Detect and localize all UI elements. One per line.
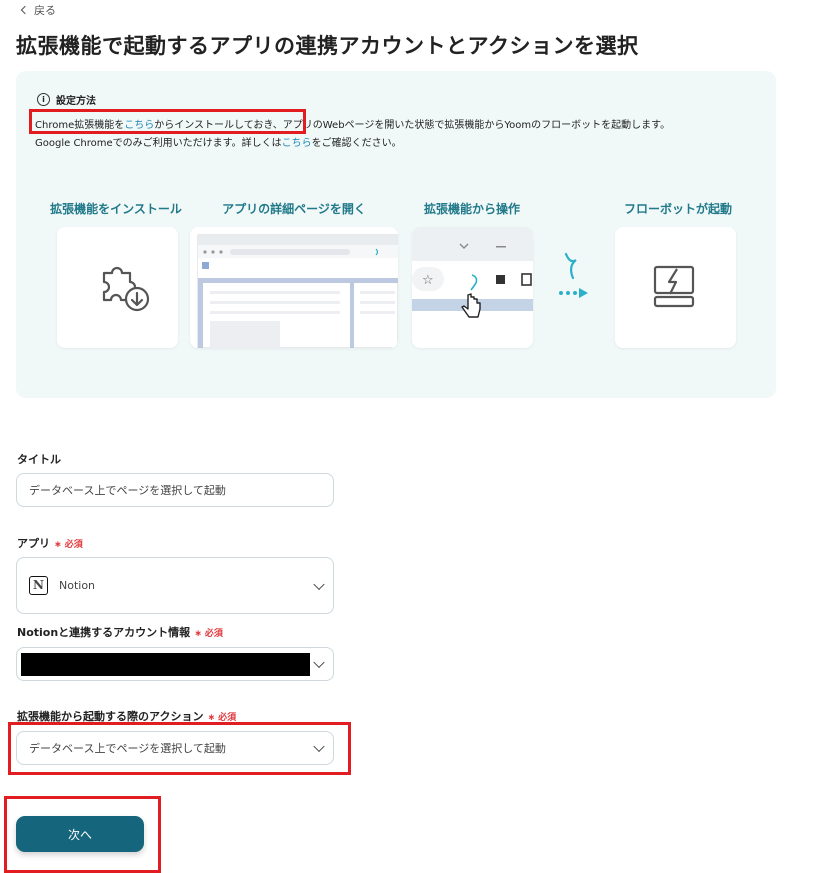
account-select[interactable] <box>16 647 334 681</box>
back-label: 戻る <box>34 4 56 17</box>
info-icon: i <box>37 93 50 106</box>
setup-heading-text: 設定方法 <box>56 96 96 107</box>
step-label: フローボットが起動 <box>623 202 732 216</box>
required-text: 必須 <box>64 540 83 550</box>
chevron-down-icon <box>313 578 325 590</box>
required-badge: ∗ 必須 <box>54 540 83 550</box>
title-field-label: タイトル <box>17 453 61 466</box>
instruction-text: Google Chromeでのみご利用いただけます。詳しくは <box>35 138 282 149</box>
flowbot-icon <box>653 265 695 308</box>
svg-text:☆: ☆ <box>422 273 434 288</box>
instruction-text: アプリのWebページを開いた状態で拡張機能からYoomのフローボットを起動します… <box>282 120 671 131</box>
account-field-label: Notionと連携するアカウント情報 ∗ 必須 <box>17 624 223 640</box>
highlight-box <box>29 109 306 134</box>
required-badge: ∗ 必須 <box>194 629 223 639</box>
step-label: アプリの詳細ページを開く <box>222 202 366 216</box>
step-card-flowbot <box>615 227 736 348</box>
app-label-text: アプリ <box>17 537 50 550</box>
browser-page-illustration <box>197 234 398 348</box>
app-select[interactable]: N Notion <box>16 557 334 614</box>
toolbar-click-illustration: ☆ <box>412 227 533 318</box>
back-link[interactable]: 戻る <box>20 2 56 18</box>
instruction-text: をご確認ください。 <box>311 138 402 149</box>
puzzle-download-icon <box>102 266 150 312</box>
app-field-label: アプリ ∗ 必須 <box>17 535 83 551</box>
step-card-toolbar: ☆ <box>412 227 533 348</box>
title-input[interactable]: データベース上でページを選択して起動 <box>16 473 334 507</box>
notion-logo-icon: N <box>29 576 48 595</box>
app-select-value: Notion <box>59 579 96 592</box>
setup-heading: i 設定方法 <box>37 92 96 107</box>
page-title: 拡張機能で起動するアプリの連携アカウントとアクションを選択 <box>16 34 639 58</box>
highlight-box <box>8 722 351 775</box>
account-label-text: Notionと連携するアカウント情報 <box>17 626 191 639</box>
step-card-install <box>57 227 178 348</box>
details-link[interactable]: こちら <box>282 138 312 149</box>
yoom-logo-icon <box>564 252 577 280</box>
redacted-account-value <box>21 653 310 676</box>
arrow-right-icon <box>559 288 588 298</box>
step-label: 拡張機能をインストール <box>50 202 182 216</box>
chevron-down-icon <box>313 656 325 669</box>
chevron-left-icon <box>20 5 30 15</box>
step-card-browser <box>190 227 398 348</box>
step-label: 拡張機能から操作 <box>423 202 520 216</box>
setup-instruction-line2: Google Chromeでのみご利用いただけます。詳しくはこちらをご確認くださ… <box>35 134 402 149</box>
highlight-box <box>4 796 161 873</box>
required-text: 必須 <box>204 629 223 639</box>
